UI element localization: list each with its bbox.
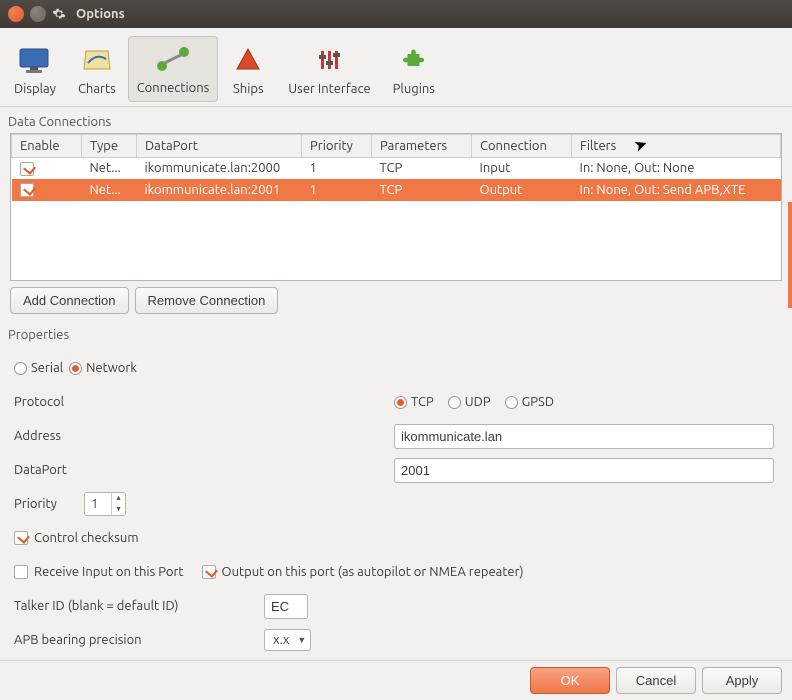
- tab-charts[interactable]: Charts: [68, 36, 126, 102]
- radio-network[interactable]: Network: [69, 361, 137, 375]
- talker-input[interactable]: [264, 594, 308, 619]
- col-priority[interactable]: Priority: [302, 135, 372, 158]
- priority-spinner[interactable]: 1 ▲▼: [84, 492, 126, 516]
- tab-ships[interactable]: Ships: [220, 36, 276, 102]
- radio-tcp[interactable]: TCP: [394, 395, 434, 409]
- connections-icon: [154, 41, 192, 77]
- properties-section: Properties Serial Network Protocol TCP U…: [6, 324, 786, 666]
- data-connections-legend: Data Connections: [6, 113, 786, 133]
- control-checksum-checkbox[interactable]: Control checksum: [14, 531, 139, 545]
- tab-connections[interactable]: Connections: [128, 36, 219, 102]
- receive-input-checkbox[interactable]: Receive Input on this Port: [14, 565, 184, 579]
- priority-label: Priority: [14, 497, 84, 511]
- address-label: Address: [14, 429, 394, 443]
- receive-input-label: Receive Input on this Port: [34, 565, 184, 579]
- titlebar: Options: [0, 0, 792, 28]
- spin-up-icon[interactable]: ▲: [112, 493, 125, 504]
- gear-icon: [52, 7, 66, 21]
- radio-serial[interactable]: Serial: [14, 361, 63, 375]
- apb-value: x.x: [273, 633, 289, 647]
- radio-serial-label: Serial: [31, 361, 63, 375]
- col-type[interactable]: Type: [82, 135, 137, 158]
- checkbox-icon: [14, 565, 28, 579]
- output-port-label: Output on this port (as autopilot or NME…: [222, 565, 524, 579]
- tab-plugins[interactable]: Plugins: [383, 36, 445, 102]
- control-checksum-label: Control checksum: [34, 531, 139, 545]
- address-input[interactable]: [394, 424, 774, 449]
- table-row[interactable]: Net... ikommunicate.lan:2000 1 TCP Input…: [12, 158, 781, 180]
- cell-type: Net...: [82, 179, 137, 201]
- remove-connection-button[interactable]: Remove Connection: [135, 287, 279, 314]
- col-filters[interactable]: Filters: [572, 135, 781, 158]
- spin-down-icon[interactable]: ▼: [112, 504, 125, 515]
- col-enable[interactable]: Enable: [12, 135, 82, 158]
- minimize-icon[interactable]: [30, 6, 46, 22]
- window-title: Options: [76, 7, 125, 21]
- connections-table[interactable]: Enable Type DataPort Priority Parameters…: [10, 133, 782, 281]
- chevron-down-icon: ▼: [297, 635, 306, 645]
- tab-connections-label: Connections: [137, 81, 210, 95]
- tab-ui-label: User Interface: [288, 82, 370, 96]
- apb-precision-combo[interactable]: x.x ▼: [264, 629, 311, 651]
- enable-checkbox[interactable]: [20, 183, 34, 197]
- radio-gpsd-label: GPSD: [522, 395, 554, 409]
- cell-dataport: ikommunicate.lan:2000: [137, 158, 302, 180]
- output-port-checkbox[interactable]: Output on this port (as autopilot or NME…: [202, 565, 524, 579]
- add-connection-button[interactable]: Add Connection: [10, 287, 129, 314]
- dialog-buttons: OK Cancel Apply: [0, 660, 792, 700]
- radio-tcp-label: TCP: [411, 395, 434, 409]
- tab-user-interface[interactable]: User Interface: [278, 36, 380, 102]
- enable-checkbox[interactable]: [20, 162, 34, 176]
- radio-network-label: Network: [86, 361, 137, 375]
- protocol-label: Protocol: [14, 395, 394, 409]
- radio-udp-label: UDP: [465, 395, 491, 409]
- col-dataport[interactable]: DataPort: [137, 135, 302, 158]
- tab-display[interactable]: Display: [4, 36, 66, 102]
- priority-value: 1: [91, 497, 98, 511]
- radio-udp[interactable]: UDP: [448, 395, 491, 409]
- cell-connection: Output: [472, 179, 572, 201]
- scrollbar-indicator[interactable]: [788, 202, 792, 308]
- checkbox-icon: [14, 531, 28, 545]
- table-row[interactable]: Net... ikommunicate.lan:2001 1 TCP Outpu…: [12, 179, 781, 201]
- cell-priority: 1: [302, 158, 372, 180]
- ships-icon: [231, 42, 265, 78]
- checkbox-icon: [202, 565, 216, 579]
- talker-label: Talker ID (blank = default ID): [14, 599, 264, 613]
- apb-label: APB bearing precision: [14, 633, 264, 647]
- ok-button[interactable]: OK: [530, 667, 610, 694]
- cell-filters: In: None, Out: None: [572, 158, 781, 180]
- properties-legend: Properties: [6, 326, 786, 346]
- dataport-label: DataPort: [14, 463, 394, 477]
- col-parameters[interactable]: Parameters: [372, 135, 472, 158]
- cancel-button[interactable]: Cancel: [616, 667, 696, 694]
- cell-dataport: ikommunicate.lan:2001: [137, 179, 302, 201]
- apply-button[interactable]: Apply: [702, 667, 782, 694]
- charts-icon: [80, 42, 114, 78]
- user-interface-icon: [312, 42, 346, 78]
- close-icon[interactable]: [8, 6, 24, 22]
- toolbar: Display Charts Connections Ships User In…: [0, 28, 792, 107]
- col-connection[interactable]: Connection: [472, 135, 572, 158]
- cell-connection: Input: [472, 158, 572, 180]
- tab-charts-label: Charts: [78, 82, 116, 96]
- cell-type: Net...: [82, 158, 137, 180]
- data-connections-section: Data Connections Enable Type DataPort Pr…: [6, 111, 786, 320]
- radio-gpsd[interactable]: GPSD: [505, 395, 554, 409]
- tab-display-label: Display: [14, 82, 56, 96]
- cell-filters: In: None, Out: Send APB,XTE: [572, 179, 781, 201]
- display-icon: [18, 42, 52, 78]
- cell-params: TCP: [372, 158, 472, 180]
- cell-priority: 1: [302, 179, 372, 201]
- cell-params: TCP: [372, 179, 472, 201]
- tab-ships-label: Ships: [233, 82, 264, 96]
- tab-plugins-label: Plugins: [393, 82, 435, 96]
- plugins-icon: [397, 42, 431, 78]
- dataport-input[interactable]: [394, 458, 774, 483]
